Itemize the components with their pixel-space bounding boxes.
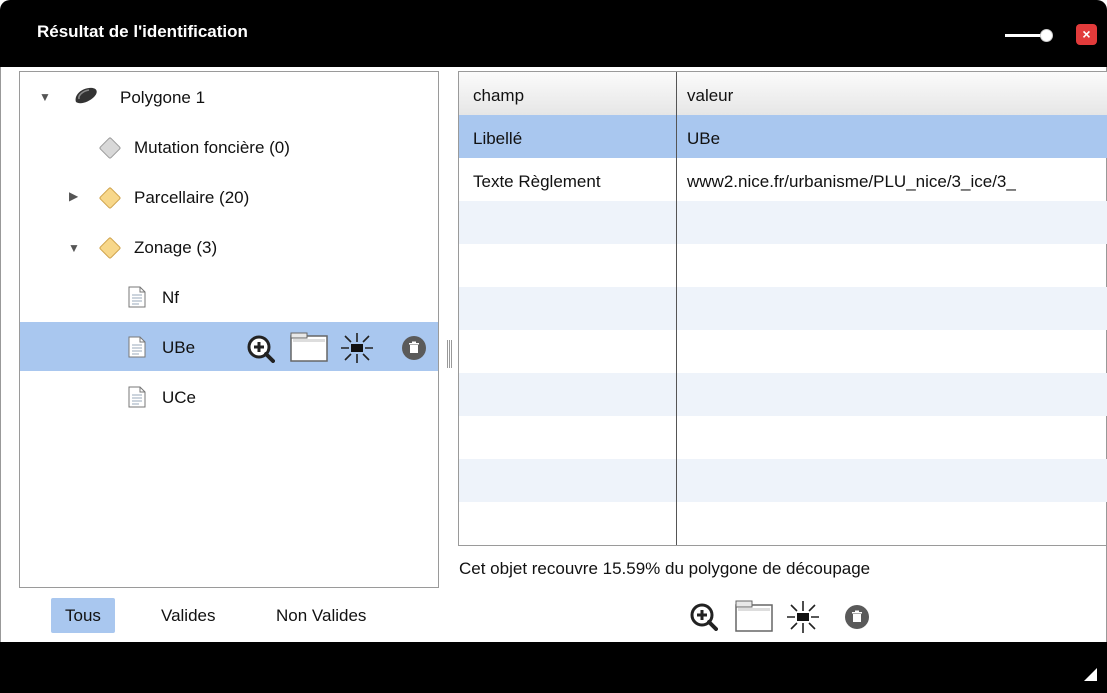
attribute-table[interactable]: champ valeur Libellé UBe Texte Règlement… xyxy=(458,71,1107,546)
tree-node-zonage[interactable]: ▼ Zonage (3) xyxy=(20,222,438,271)
resize-grip-icon[interactable] xyxy=(1084,668,1097,681)
empty-row xyxy=(459,373,1107,416)
cell-champ: Libellé xyxy=(473,129,523,148)
tree-node-polygone-1[interactable]: ▼ Polygone 1 xyxy=(20,72,438,121)
status-bar xyxy=(0,642,1107,693)
orange-diamond-icon xyxy=(98,186,122,210)
tree-node-label: Parcellaire (20) xyxy=(134,188,250,207)
document-icon xyxy=(128,286,146,308)
title-bar[interactable]: Résultat de l'identification × xyxy=(0,0,1107,67)
tree-node-label: UCe xyxy=(162,388,197,407)
filter-non-valides-button[interactable]: Non Valides xyxy=(276,598,366,633)
table-header: champ valeur xyxy=(459,72,1107,116)
tree-node-ube[interactable]: UBe xyxy=(20,322,438,371)
delete-icon[interactable] xyxy=(845,605,869,634)
collapsed-arrow-icon[interactable]: ▶ xyxy=(69,189,78,203)
column-header-valeur[interactable]: valeur xyxy=(687,86,733,106)
tree-node-nf[interactable]: Nf xyxy=(20,272,438,321)
document-icon xyxy=(128,336,146,358)
tree-node-label: UBe xyxy=(162,338,196,357)
table-row[interactable]: Libellé UBe xyxy=(459,115,1107,158)
opacity-slider-track[interactable] xyxy=(1005,34,1045,37)
zoom-in-icon[interactable] xyxy=(690,603,718,636)
highlight-icon[interactable] xyxy=(341,333,373,368)
empty-row xyxy=(459,201,1107,244)
global-actions xyxy=(690,597,870,637)
column-divider[interactable] xyxy=(676,72,677,545)
window-title: Résultat de l'identification xyxy=(37,22,248,41)
cell-valeur: www2.nice.fr/urbanisme/PLU_nice/3_ice/3_ xyxy=(687,172,1016,191)
result-tree[interactable]: ▼ Polygone 1 Mutation foncière (0) ▶ Par… xyxy=(19,71,439,588)
expanded-arrow-icon[interactable]: ▼ xyxy=(68,241,80,255)
tree-node-label: Polygone 1 xyxy=(120,88,206,107)
expanded-arrow-icon[interactable]: ▼ xyxy=(39,90,51,104)
cell-champ: Texte Règlement xyxy=(473,172,601,191)
empty-row xyxy=(459,459,1107,502)
opacity-slider-knob[interactable] xyxy=(1040,29,1053,42)
column-header-champ[interactable]: champ xyxy=(473,86,524,106)
filter-valides-button[interactable]: Valides xyxy=(161,598,216,633)
zoom-in-icon[interactable] xyxy=(247,335,275,368)
tree-node-label: Zonage (3) xyxy=(134,238,218,257)
splitter-handle[interactable] xyxy=(447,340,453,368)
folder-icon[interactable] xyxy=(735,600,773,637)
empty-row xyxy=(459,287,1107,330)
filter-tous-button[interactable]: Tous xyxy=(51,598,115,633)
tree-node-uce[interactable]: UCe xyxy=(20,372,438,421)
delete-icon[interactable] xyxy=(402,336,426,365)
table-row[interactable]: Texte Règlement www2.nice.fr/urbanisme/P… xyxy=(459,158,1107,201)
polygon-icon xyxy=(75,87,97,104)
orange-diamond-icon xyxy=(98,236,122,260)
empty-row xyxy=(459,244,1107,287)
close-button[interactable]: × xyxy=(1076,24,1097,45)
cell-valeur: UBe xyxy=(687,129,721,148)
empty-row xyxy=(459,330,1107,373)
row-actions xyxy=(245,332,435,365)
highlight-icon[interactable] xyxy=(787,601,819,638)
grey-diamond-icon xyxy=(98,136,122,160)
folder-icon[interactable] xyxy=(290,332,328,367)
tree-node-parcellaire[interactable]: ▶ Parcellaire (20) xyxy=(20,172,438,221)
empty-row xyxy=(459,502,1107,545)
tree-node-label: Mutation foncière (0) xyxy=(134,138,290,157)
empty-row xyxy=(459,416,1107,459)
tree-node-label: Nf xyxy=(162,288,179,307)
tree-node-mutation-fonciere[interactable]: Mutation foncière (0) xyxy=(20,122,438,171)
coverage-text: Cet objet recouvre 15.59% du polygone de… xyxy=(459,559,871,578)
document-icon xyxy=(128,386,146,408)
